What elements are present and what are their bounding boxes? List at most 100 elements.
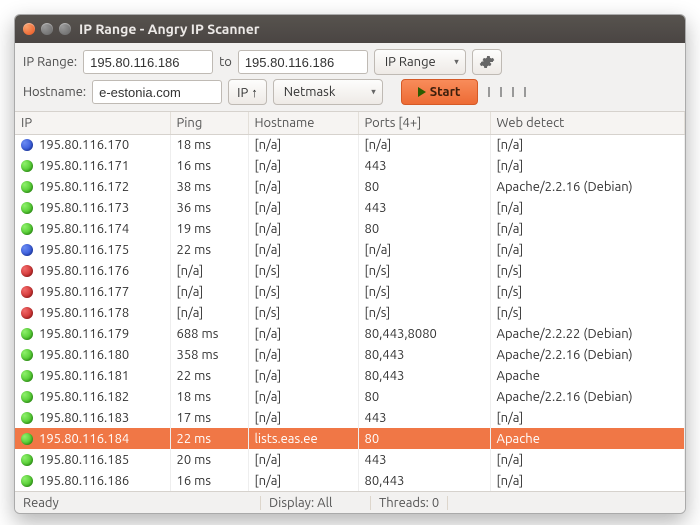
table-row[interactable]: 195.80.116.180358 ms[n/a]80,443Apache/2.… [15,344,685,365]
cell-web: [n/s] [490,302,685,323]
cell-hostname: [n/s] [248,302,358,323]
cell-ports: [n/a] [358,239,490,260]
cell-ip: 195.80.116.171 [39,159,129,173]
scan-mode-select[interactable]: IP Range ▾ [374,49,466,75]
window-title: IP Range - Angry IP Scanner [79,21,260,37]
cell-ping: 22 ms [170,365,248,386]
cell-web: Apache [490,428,685,449]
status-dot-icon [21,139,33,151]
cell-web: [n/a] [490,407,685,428]
cell-ip: 195.80.116.173 [39,201,129,215]
cell-ports: [n/s] [358,260,490,281]
titlebar[interactable]: IP Range - Angry IP Scanner [15,15,685,43]
col-header-ports[interactable]: Ports [4+] [358,112,490,134]
ip-range-label: IP Range: [23,55,77,69]
cell-web: [n/a] [490,218,685,239]
cell-ping: 358 ms [170,344,248,365]
col-header-hostname[interactable]: Hostname [248,112,358,134]
cell-ping: 16 ms [170,155,248,176]
table-row[interactable]: 195.80.116.17336 ms[n/a]443[n/a] [15,197,685,218]
status-dot-icon [21,328,33,340]
cell-ports: 80,443 [358,365,490,386]
scan-mode-label: IP Range [385,55,436,69]
toolbar: IP Range: to IP Range ▾ Hostname: IP ↑ N… [15,43,685,112]
to-label: to [219,55,232,69]
table-row[interactable]: 195.80.116.17419 ms[n/a]80[n/a] [15,218,685,239]
cell-ping: 19 ms [170,218,248,239]
cell-web: [n/s] [490,260,685,281]
cell-web: [n/a] [490,449,685,470]
cell-ping: [n/a] [170,281,248,302]
status-dot-icon [21,370,33,382]
cell-hostname: [n/a] [248,407,358,428]
ip-range-end-input[interactable] [238,50,368,74]
status-dot-icon [21,160,33,172]
status-ready: Ready [15,496,261,510]
cell-hostname: [n/a] [248,218,358,239]
cell-ip: 195.80.116.176 [39,264,129,278]
cell-ip: 195.80.116.183 [39,411,129,425]
start-button[interactable]: Start [401,79,478,105]
status-threads: Threads: 0 [371,496,448,510]
cell-web: [n/a] [490,155,685,176]
table-row[interactable]: 195.80.116.18422 mslists.eas.ee80Apache [15,428,685,449]
cell-hostname: [n/a] [248,176,358,197]
table-row[interactable]: 195.80.116.17116 ms[n/a]443[n/a] [15,155,685,176]
cell-ip: 195.80.116.177 [39,285,129,299]
table-row[interactable]: 195.80.116.176[n/a][n/s][n/s][n/s] [15,260,685,281]
cell-web: Apache/2.2.16 (Debian) [490,344,685,365]
cell-ping: 688 ms [170,323,248,344]
cell-ports: 80,443 [358,470,490,491]
table-row[interactable]: 195.80.116.178[n/a][n/s][n/s][n/s] [15,302,685,323]
results-table: IP Ping Hostname Ports [4+] Web detect 1… [15,112,685,491]
close-icon[interactable] [23,23,35,35]
status-dot-icon [21,433,33,445]
status-dot-icon [21,454,33,466]
cell-ports: [n/s] [358,302,490,323]
cell-ports: 80,443 [358,344,490,365]
status-dot-icon [21,391,33,403]
cell-ip: 195.80.116.175 [39,243,129,257]
cell-ports: [n/a] [358,134,490,155]
ip-range-start-input[interactable] [83,50,213,74]
netmask-select[interactable]: Netmask ▾ [273,79,383,105]
minimize-icon[interactable] [41,23,53,35]
status-dot-icon [21,223,33,235]
cell-web: Apache [490,365,685,386]
cell-ping: 36 ms [170,197,248,218]
cell-ip: 195.80.116.184 [39,432,129,446]
table-row[interactable]: 195.80.116.18520 ms[n/a]443[n/a] [15,449,685,470]
table-row[interactable]: 195.80.116.17238 ms[n/a]80Apache/2.2.16 … [15,176,685,197]
cell-ip: 195.80.116.185 [39,453,129,467]
settings-button[interactable] [472,49,502,75]
maximize-icon[interactable] [59,23,71,35]
cell-hostname: [n/a] [248,239,358,260]
status-dot-icon [21,244,33,256]
table-row[interactable]: 195.80.116.18218 ms[n/a]80Apache/2.2.16 … [15,386,685,407]
table-row[interactable]: 195.80.116.18616 ms[n/a]80,443[n/a] [15,470,685,491]
col-header-ip[interactable]: IP [15,112,170,134]
cell-web: Apache/2.2.22 (Debian) [490,323,685,344]
cell-ping: 18 ms [170,134,248,155]
cell-hostname: [n/a] [248,197,358,218]
col-header-ping[interactable]: Ping [170,112,248,134]
table-row[interactable]: 195.80.116.17522 ms[n/a][n/a][n/a] [15,239,685,260]
ip-up-button[interactable]: IP ↑ [228,79,267,105]
chevron-down-icon: ▾ [371,87,376,98]
table-row[interactable]: 195.80.116.17018 ms[n/a][n/a][n/a] [15,134,685,155]
table-row[interactable]: 195.80.116.18122 ms[n/a]80,443Apache [15,365,685,386]
cell-hostname: [n/s] [248,281,358,302]
cell-web: Apache/2.2.16 (Debian) [490,176,685,197]
cell-web: [n/s] [490,281,685,302]
table-row[interactable]: 195.80.116.179688 ms[n/a]80,443,8080Apac… [15,323,685,344]
table-row[interactable]: 195.80.116.18317 ms[n/a]443[n/a] [15,407,685,428]
table-row[interactable]: 195.80.116.177[n/a][n/s][n/s][n/s] [15,281,685,302]
cell-ports: 80,443,8080 [358,323,490,344]
cell-web: [n/a] [490,470,685,491]
hostname-input[interactable] [92,80,222,104]
app-window: IP Range - Angry IP Scanner IP Range: to… [14,14,686,514]
table-header-row: IP Ping Hostname Ports [4+] Web detect [15,112,685,134]
col-header-web[interactable]: Web detect [490,112,685,134]
column-toggle-button[interactable] [484,83,530,101]
status-display: Display: All [261,496,371,510]
